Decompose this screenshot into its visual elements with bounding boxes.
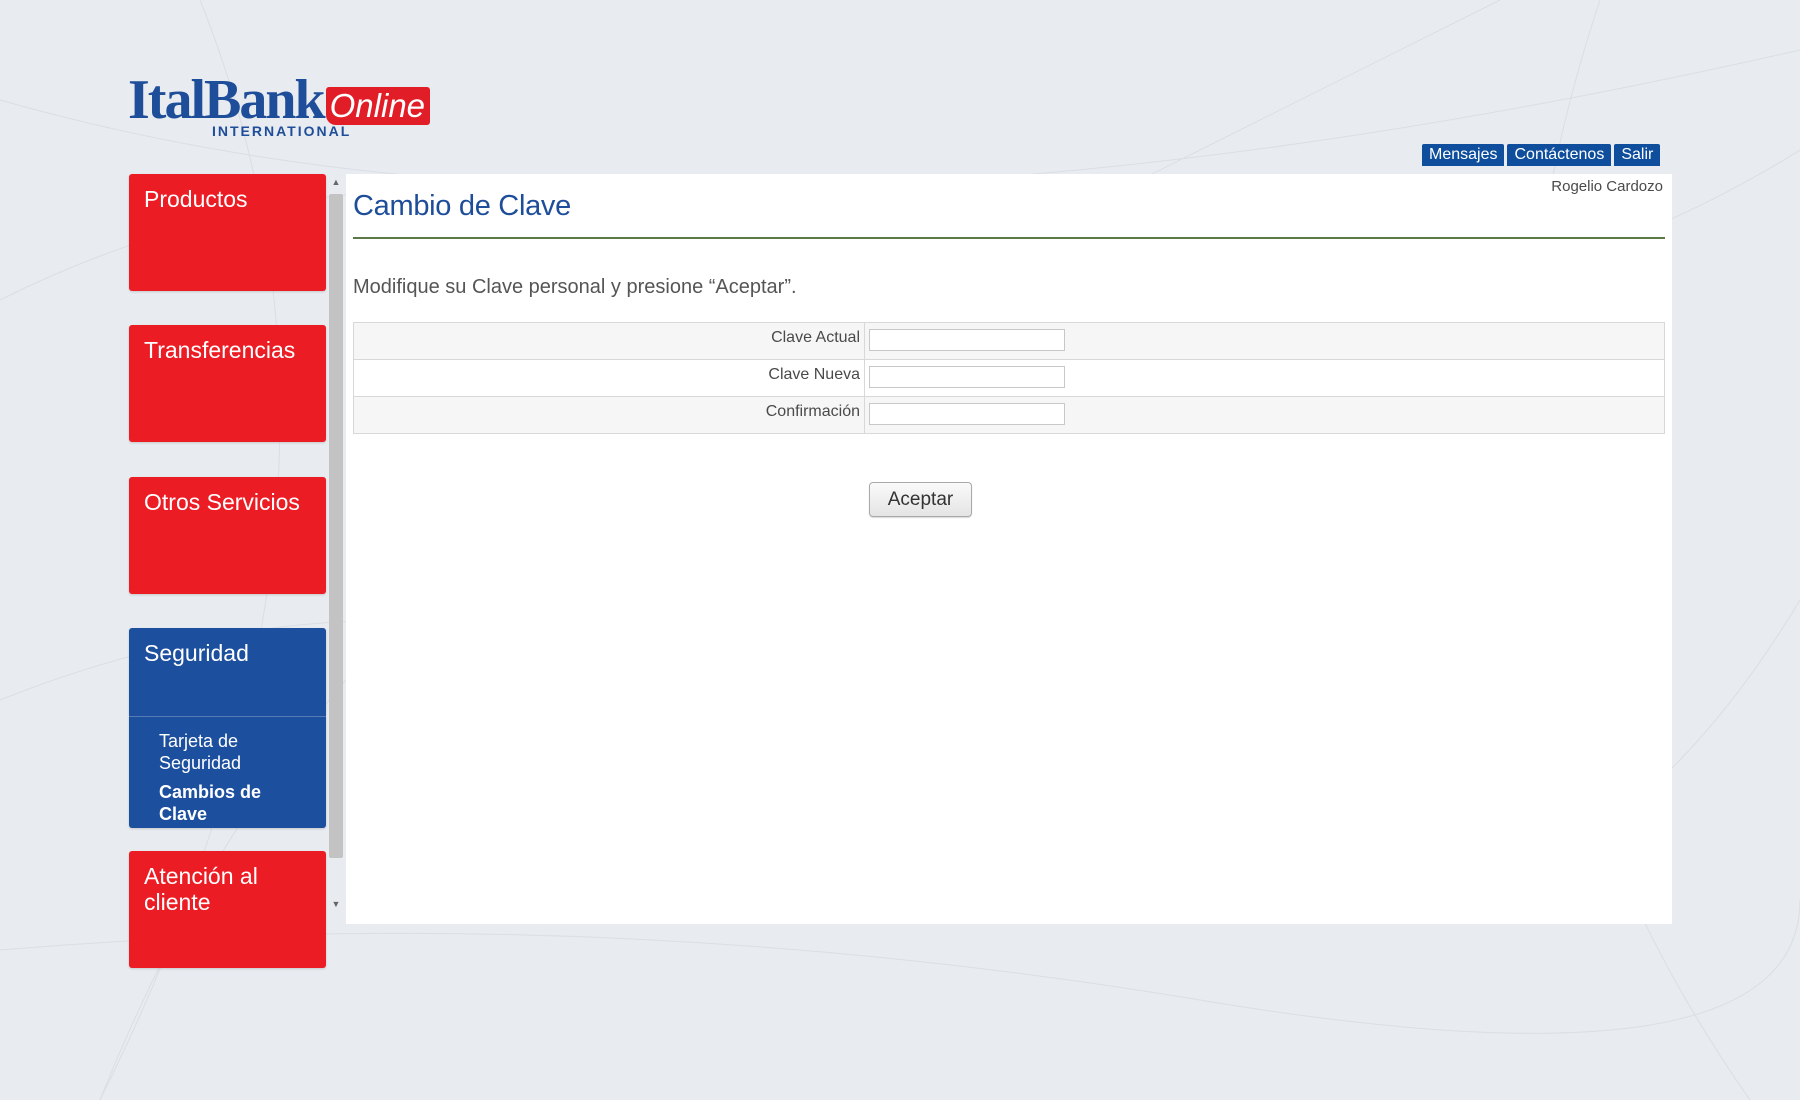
contact-link[interactable]: Contáctenos [1507,144,1612,166]
form-row-current-password: Clave Actual [353,322,1665,360]
submenu-item-cambios-clave[interactable]: Cambios de Clave [159,781,309,825]
page-title: Cambio de Clave [353,190,571,222]
scrollbar-thumb[interactable] [329,194,343,858]
top-nav-links: Mensajes Contáctenos Salir [1422,144,1661,166]
instructions-text: Modifique su Clave personal y presione “… [353,276,797,298]
sidebar-item-otros-servicios[interactable]: Otros Servicios [129,477,326,594]
logo-subtitle: INTERNATIONAL [212,123,352,139]
scroll-down-arrow-icon[interactable]: ▼ [328,896,344,912]
title-divider [353,237,1665,239]
logo-online-badge: Online [325,87,431,125]
user-name: Rogelio Cardozo [1551,178,1663,195]
form-row-new-password: Clave Nueva [353,359,1665,397]
confirm-password-label: Confirmación [353,396,865,434]
current-password-label: Clave Actual [353,322,865,360]
logout-link[interactable]: Salir [1614,144,1661,166]
confirm-password-input[interactable] [869,403,1065,425]
sidebar-scrollbar[interactable]: ▲ ▼ [328,174,344,918]
main-content-panel: Rogelio Cardozo Cambio de Clave Modifiqu… [346,174,1672,924]
submenu-item-tarjeta-seguridad[interactable]: Tarjeta de Seguridad [159,730,309,774]
accept-button[interactable]: Aceptar [869,482,972,517]
messages-link[interactable]: Mensajes [1422,144,1505,166]
submenu-divider [129,716,326,717]
sidebar-item-label: Atención al cliente [144,863,258,915]
new-password-label: Clave Nueva [353,359,865,397]
password-form-table: Clave Actual Clave Nueva Confirmación [353,322,1665,434]
sidebar-item-transferencias[interactable]: Transferencias [129,325,326,442]
form-row-confirm-password: Confirmación [353,396,1665,434]
italbank-logo[interactable]: ItalBank Online INTERNATIONAL [128,69,431,139]
scroll-up-arrow-icon[interactable]: ▲ [328,174,344,190]
sidebar-item-seguridad[interactable]: Seguridad Tarjeta de Seguridad Cambios d… [129,628,326,828]
sidebar-item-atencion-cliente[interactable]: Atención al cliente [129,851,326,968]
current-password-input[interactable] [869,329,1065,351]
sidebar-item-label: Transferencias [144,337,296,363]
new-password-input[interactable] [869,366,1065,388]
sidebar-item-label: Seguridad [144,640,249,666]
sidebar-item-label: Otros Servicios [144,489,300,515]
logo-wordmark: ItalBank [128,69,326,131]
sidebar-item-productos[interactable]: Productos [129,174,326,291]
sidebar-item-label: Productos [144,186,248,212]
